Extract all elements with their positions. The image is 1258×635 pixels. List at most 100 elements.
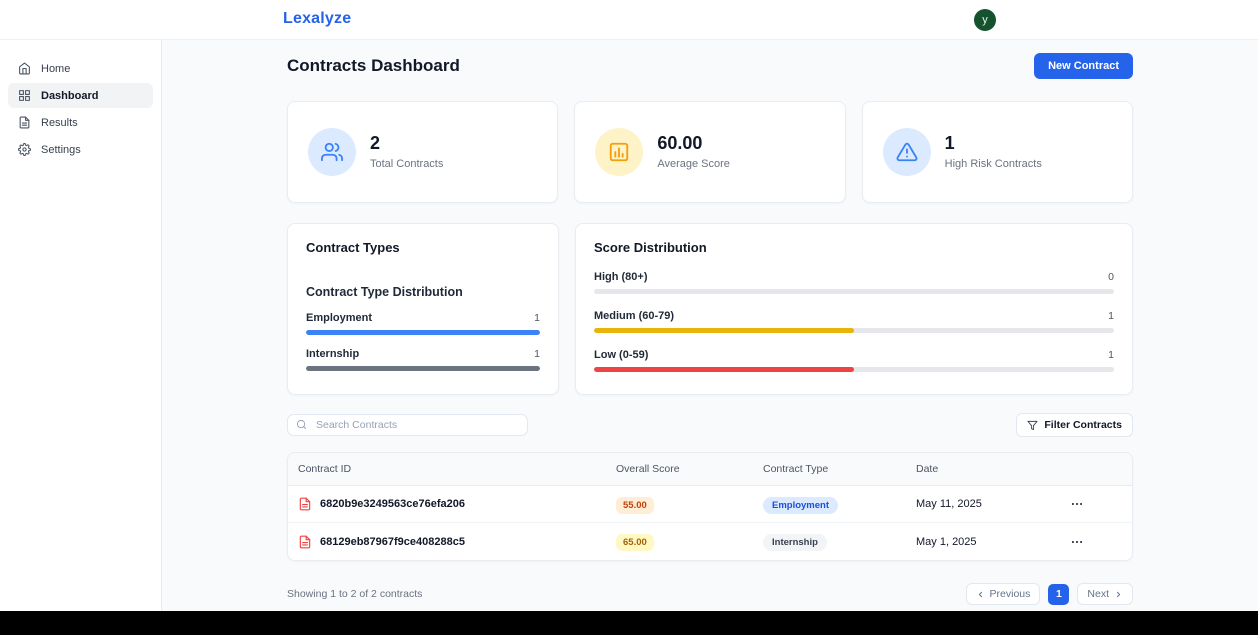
bar-fill xyxy=(306,366,540,371)
ellipsis-icon xyxy=(1070,535,1084,549)
bar-count: 1 xyxy=(534,348,540,360)
bar-track xyxy=(594,328,1114,333)
bar-count: 0 xyxy=(1108,271,1114,283)
table-header-row: Contract ID Overall Score Contract Type … xyxy=(288,453,1132,486)
score-dist-row: Low (0-59) 1 xyxy=(594,349,1114,372)
alert-triangle-icon xyxy=(883,128,931,176)
row-actions-button[interactable] xyxy=(1068,495,1086,513)
page-number-button[interactable]: 1 xyxy=(1048,584,1069,605)
score-badge: 65.00 xyxy=(616,534,654,551)
table-row: 68129eb87967f9ce408288c5 65.00 Internshi… xyxy=(288,523,1132,560)
pagination: Previous 1 Next xyxy=(966,583,1133,605)
stat-label: Total Contracts xyxy=(370,158,443,170)
column-header-overall-score: Overall Score xyxy=(606,453,753,485)
sidebar-item-label: Settings xyxy=(41,144,81,156)
score-dist-row: Medium (60-79) 1 xyxy=(594,310,1114,333)
stat-card-high-risk: 1 High Risk Contracts xyxy=(862,101,1133,203)
chevron-left-icon xyxy=(976,590,985,599)
sidebar-item-dashboard[interactable]: Dashboard xyxy=(8,83,153,108)
score-distribution-card: Score Distribution High (80+) 0 xyxy=(575,223,1133,395)
score-dist-row: High (80+) 0 xyxy=(594,271,1114,294)
next-page-button[interactable]: Next xyxy=(1077,583,1133,605)
users-icon xyxy=(308,128,356,176)
contract-date: May 11, 2025 xyxy=(906,498,1058,510)
main-area: Contracts Dashboard New Contract 2 Total… xyxy=(162,40,1258,611)
contract-types-card: Contract Types Contract Type Distributio… xyxy=(287,223,559,395)
row-actions-button[interactable] xyxy=(1068,533,1086,551)
page-title: Contracts Dashboard xyxy=(287,56,460,76)
sidebar-item-home[interactable]: Home xyxy=(8,56,153,81)
stats-row: 2 Total Contracts 60.00 Average Score xyxy=(287,101,1133,203)
column-header-contract-id: Contract ID xyxy=(288,453,606,485)
bar-chart-icon xyxy=(595,128,643,176)
sidebar: Home Dashboard Results Settings xyxy=(0,40,162,611)
showing-results-text: Showing 1 to 2 of 2 contracts xyxy=(287,588,422,600)
bar-count: 1 xyxy=(534,312,540,324)
ellipsis-icon xyxy=(1070,497,1084,511)
bar-label: Internship xyxy=(306,348,359,360)
search-icon xyxy=(296,419,307,430)
next-label: Next xyxy=(1087,588,1109,600)
settings-icon xyxy=(18,143,31,156)
bar-count: 1 xyxy=(1108,310,1114,322)
filter-contracts-button[interactable]: Filter Contracts xyxy=(1016,413,1133,437)
previous-page-button[interactable]: Previous xyxy=(966,583,1041,605)
bar-track xyxy=(594,289,1114,294)
stat-label: Average Score xyxy=(657,158,730,170)
previous-label: Previous xyxy=(990,588,1031,600)
dashboard-icon xyxy=(18,89,31,102)
contract-id: 6820b9e3249563ce76efa206 xyxy=(320,498,465,510)
contract-type-badge: Internship xyxy=(763,534,827,551)
sidebar-item-label: Results xyxy=(41,117,78,129)
bar-fill xyxy=(306,330,540,335)
home-icon xyxy=(18,62,31,75)
bar-label: Low (0-59) xyxy=(594,349,648,361)
bar-track xyxy=(306,330,540,335)
contract-type-row: Employment 1 xyxy=(306,312,540,335)
stat-value: 2 xyxy=(370,134,443,154)
column-header-contract-type: Contract Type xyxy=(753,453,906,485)
score-distribution-title: Score Distribution xyxy=(594,240,1114,255)
stat-card-average-score: 60.00 Average Score xyxy=(574,101,845,203)
contract-type-badge: Employment xyxy=(763,497,838,514)
chevron-right-icon xyxy=(1114,590,1123,599)
sidebar-item-results[interactable]: Results xyxy=(8,110,153,135)
file-icon xyxy=(298,535,312,549)
results-icon xyxy=(18,116,31,129)
stat-card-total-contracts: 2 Total Contracts xyxy=(287,101,558,203)
bar-fill xyxy=(594,367,854,372)
stat-value: 1 xyxy=(945,134,1042,154)
contract-types-subtitle: Contract Type Distribution xyxy=(306,285,540,299)
bar-label: Medium (60-79) xyxy=(594,310,674,322)
bar-track xyxy=(594,367,1114,372)
sidebar-item-label: Home xyxy=(41,63,70,75)
search-box xyxy=(287,414,528,436)
bar-fill xyxy=(594,328,854,333)
filter-button-label: Filter Contracts xyxy=(1044,419,1122,431)
file-icon xyxy=(298,497,312,511)
app-logo[interactable]: Lexalyze xyxy=(283,10,351,28)
top-header: Lexalyze y xyxy=(0,0,1258,40)
bar-track xyxy=(306,366,540,371)
contracts-table: Contract ID Overall Score Contract Type … xyxy=(287,452,1133,561)
bar-count: 1 xyxy=(1108,349,1114,361)
sidebar-item-settings[interactable]: Settings xyxy=(8,137,153,162)
table-row: 6820b9e3249563ce76efa206 55.00 Employmen… xyxy=(288,486,1132,523)
bar-label: Employment xyxy=(306,312,372,324)
bar-label: High (80+) xyxy=(594,271,647,283)
contract-id: 68129eb87967f9ce408288c5 xyxy=(320,536,465,548)
contract-date: May 1, 2025 xyxy=(906,536,1058,548)
contract-types-title: Contract Types xyxy=(306,240,540,255)
filter-icon xyxy=(1027,420,1038,431)
search-input[interactable] xyxy=(287,414,528,436)
bottom-black-bar xyxy=(0,611,1258,635)
user-avatar[interactable]: y xyxy=(974,9,996,31)
score-badge: 55.00 xyxy=(616,497,654,514)
contract-type-row: Internship 1 xyxy=(306,348,540,371)
stat-value: 60.00 xyxy=(657,134,730,154)
app-window: Lexalyze y Home Dashboard Results xyxy=(0,0,1258,635)
column-header-date: Date xyxy=(906,453,1058,485)
new-contract-button[interactable]: New Contract xyxy=(1034,53,1133,79)
sidebar-item-label: Dashboard xyxy=(41,90,98,102)
stat-label: High Risk Contracts xyxy=(945,158,1042,170)
